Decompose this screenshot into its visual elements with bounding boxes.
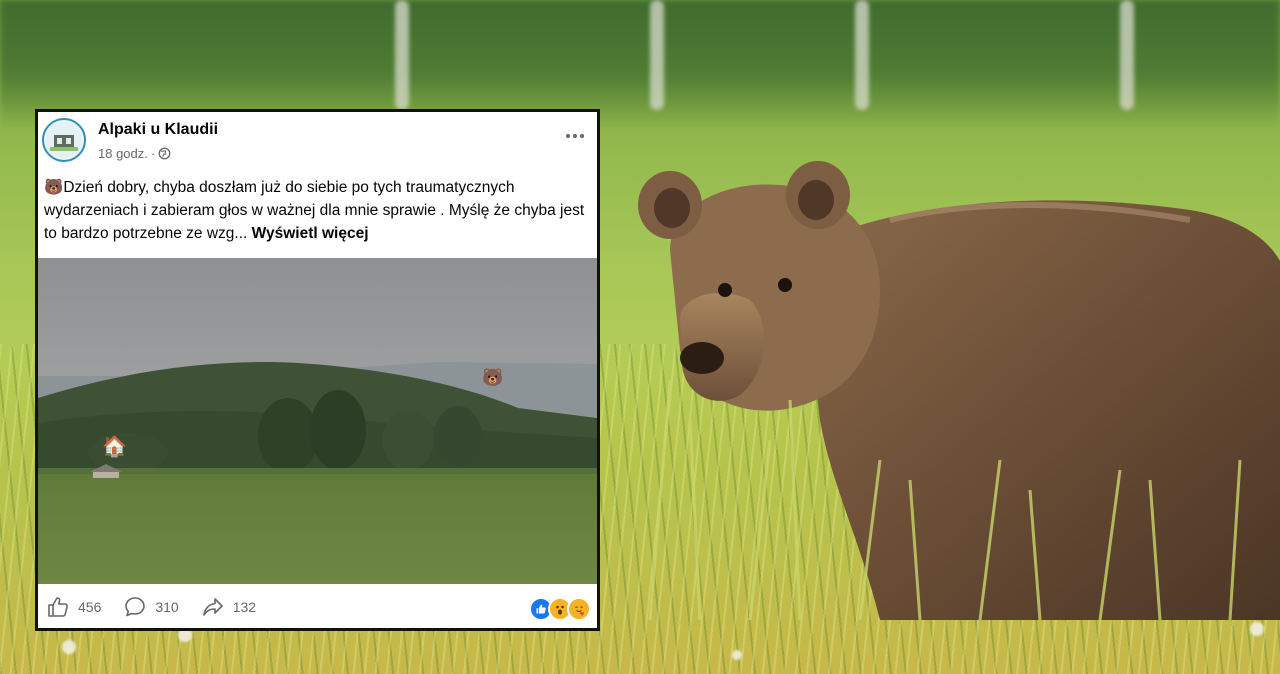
page-name[interactable]: Alpaki u Klaudii (98, 121, 218, 139)
page-avatar[interactable] (42, 118, 86, 162)
flower (732, 650, 742, 660)
birch-trunk (650, 0, 664, 110)
birch-trunk (1120, 0, 1134, 110)
social-post-card: Alpaki u Klaudii 18 godz. · 🐻Dzień dobry… (35, 109, 600, 631)
globe-icon (158, 147, 171, 160)
more-options-icon[interactable] (561, 124, 589, 148)
photo-bear-emoji: 🐻 (482, 368, 504, 387)
flower (1250, 622, 1264, 636)
thumbs-up-icon (48, 597, 68, 617)
comment-icon (125, 597, 146, 617)
meta-separator: · (150, 146, 156, 161)
see-more-link[interactable]: Wyświetl więcej (252, 225, 369, 242)
brown-bear (638, 161, 1280, 620)
post-meta: 18 godz. · (98, 146, 171, 161)
post-header: Alpaki u Klaudii 18 godz. · (38, 112, 597, 172)
share-icon (202, 598, 223, 616)
birch-trunk (395, 0, 409, 110)
comment-count: 310 (155, 599, 179, 615)
share-count: 132 (232, 599, 257, 615)
birch-trunk (855, 0, 869, 110)
like-button[interactable]: 456 (46, 595, 101, 619)
bear-emoji: 🐻 (44, 179, 64, 196)
post-photo[interactable]: 🐻 🏠 (38, 258, 597, 584)
flower (62, 640, 76, 654)
photo-house-emoji: 🏠 (102, 436, 127, 458)
post-text: 🐻Dzień dobry, chyba doszłam już do siebi… (44, 176, 589, 250)
post-actions-bar: 456 310 132 (38, 586, 597, 628)
share-button[interactable]: 132 (201, 595, 256, 619)
reactions-summary[interactable] (529, 597, 591, 621)
post-time[interactable]: 18 godz. (98, 146, 148, 161)
comment-button[interactable]: 310 (123, 595, 179, 619)
like-count: 456 (78, 599, 102, 615)
care-icon (567, 597, 591, 621)
